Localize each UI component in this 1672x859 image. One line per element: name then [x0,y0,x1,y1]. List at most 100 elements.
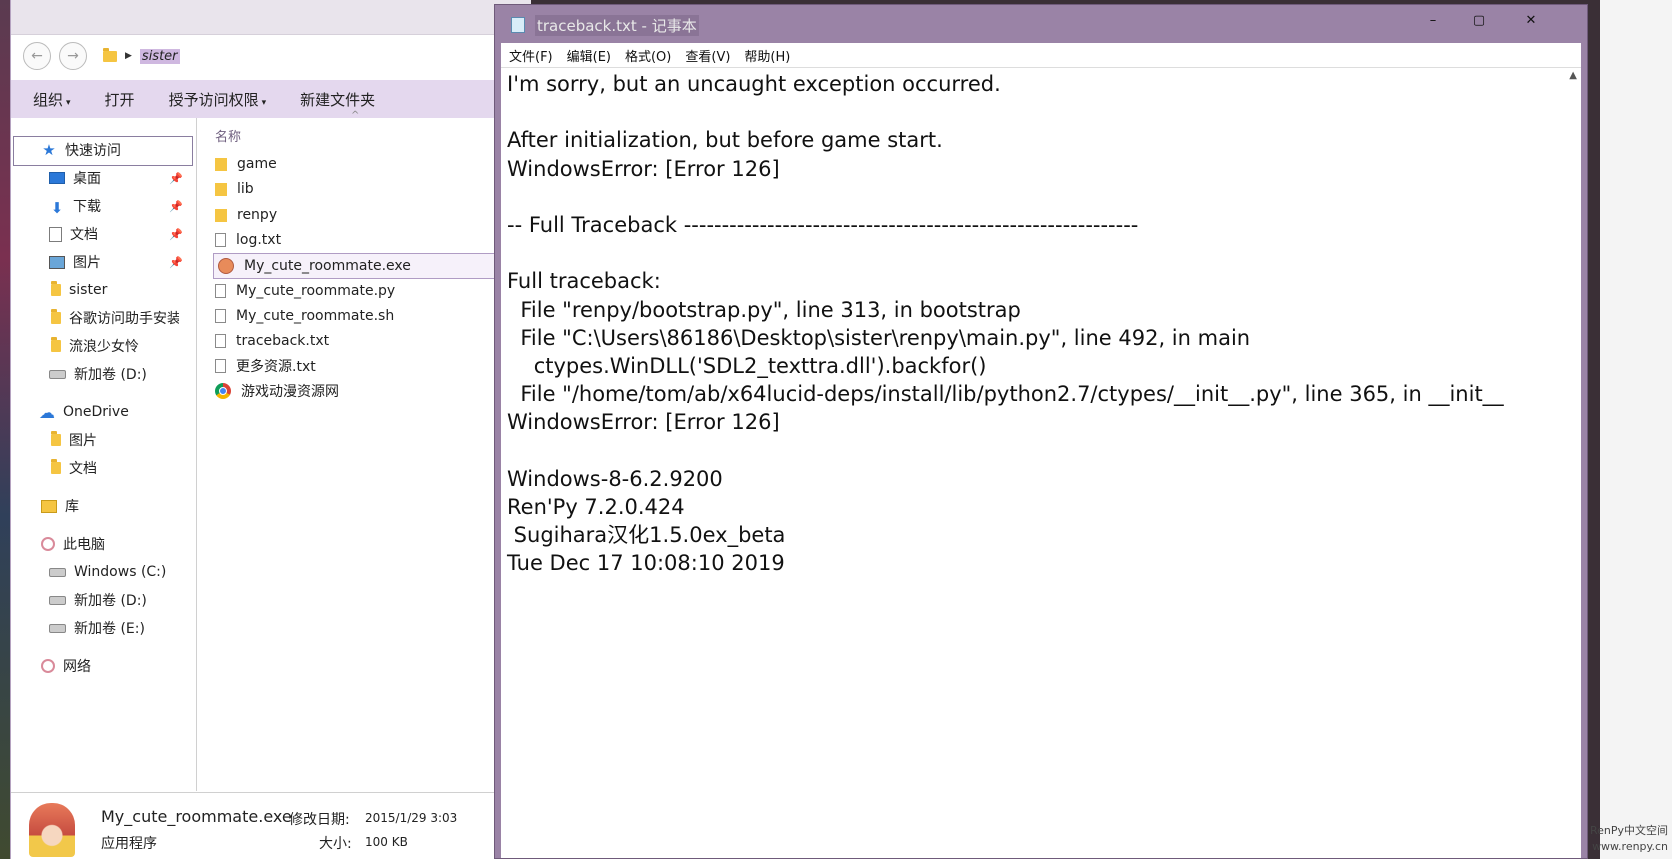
nav-item-onedrive-documents[interactable]: 文档 [51,455,97,481]
cloud-icon: ☁ [39,402,55,422]
windows-drive-icon [49,567,66,577]
nav-item-pictures[interactable]: 图片 📌 [49,249,183,275]
watermark: RenPy中文空间 www.renpy.cn [1590,823,1668,855]
nav-item-documents[interactable]: 文档 📌 [49,221,183,247]
pin-icon[interactable]: 📌 [169,228,183,241]
folder-icon [51,309,61,324]
menu-help[interactable]: 帮助(H) [744,46,790,65]
notepad-titlebar[interactable]: traceback.txt - 记事本 – ▢ ✕ [495,5,1587,41]
menu-edit[interactable]: 编辑(E) [567,46,611,65]
star-icon: ★ [42,141,56,159]
close-icon: ✕ [1525,13,1537,28]
text-line: I'm sorry, but an uncaught exception occ… [507,72,1001,96]
back-button[interactable]: ← [23,42,51,70]
folder-icon [215,157,227,171]
menu-file[interactable]: 文件(F) [509,46,553,65]
file-icon [215,284,226,298]
grant-access-button[interactable]: 授予访问权限 ▾ [169,89,267,110]
text-line: Ren'Py 7.2.0.424 [507,495,685,520]
desktop-background-right [1600,0,1672,859]
chevron-right-icon: ▶ [125,51,132,61]
breadcrumb[interactable]: ▶ sister [103,47,180,64]
file-row[interactable]: My_cute_roommate.sh [215,304,394,328]
details-modified-value: 2015/1/29 3:03 [365,811,458,825]
pin-icon[interactable]: 📌 [169,172,183,185]
window-title: traceback.txt - 记事本 [535,15,699,36]
nav-item-quick-access[interactable]: ★ 快速访问 [41,137,121,163]
drive-icon [49,595,66,605]
chevron-down-icon: ▾ [66,97,71,108]
details-modified-label: 修改日期: [289,812,350,828]
nav-item-onedrive[interactable]: ☁ OneDrive [39,399,129,425]
nav-item-library[interactable]: 库 [41,493,79,519]
watermark-title: RenPy中文空间 [1589,824,1668,837]
text-line: Full traceback: [507,269,661,294]
text-line [507,239,1561,267]
nav-item-drive-c[interactable]: Windows (C:) [49,559,166,585]
file-row[interactable]: My_cute_roommate.py [215,279,395,303]
text-line: Sugihara汉化1.5.0ex_beta [507,523,786,548]
open-button[interactable]: 打开 [105,89,135,110]
details-file-name: My_cute_roommate.exe [101,807,292,826]
nav-item-drive-d-quick[interactable]: 新加卷 (D:) [49,361,147,387]
file-row[interactable]: lib [215,177,254,201]
menu-format[interactable]: 格式(O) [625,46,671,65]
text-line: WindowsError: [Error 126] [507,156,780,181]
forward-arrow-icon: → [67,48,79,64]
menu-view[interactable]: 查看(V) [685,46,730,65]
address-bar: ← → ▶ sister [11,38,531,74]
folder-icon [215,208,227,222]
file-row[interactable]: 游戏动漫资源网 [215,379,339,403]
picture-icon [49,255,65,269]
nav-item-network[interactable]: 网络 [41,653,91,679]
folder-icon [103,47,117,62]
minimize-button[interactable]: – [1423,13,1443,28]
text-line: Tue Dec 17 10:08:10 2019 [507,551,785,576]
organize-button[interactable]: 组织 ▾ [33,89,71,110]
details-file-type: 应用程序 [101,836,157,852]
folder-icon [51,459,61,474]
explorer-titlebar [11,0,531,35]
text-editor-area[interactable]: ▲ I'm sorry, but an uncaught exception o… [501,67,1581,858]
breadcrumb-folder[interactable]: sister [139,48,180,64]
file-row[interactable]: 更多资源.txt [215,354,316,378]
text-line: File "renpy/bootstrap.py", line 313, in … [507,297,1021,322]
file-explorer-window: ← → ▶ sister 组织 ▾ 打开 授予访问权限 ▾ 新建文件夹 ★ 快速访问 … [10,0,735,859]
nav-item-desktop[interactable]: 桌面 📌 [49,165,183,191]
new-folder-button[interactable]: 新建文件夹 [300,89,375,110]
file-row[interactable]: log.txt [215,228,281,252]
folder-icon [51,281,61,296]
navigation-pane: ★ 快速访问 桌面 📌 ⬇ 下载 📌 文档 📌 图片 📌 sister 谷歌访问助手… [11,118,197,791]
scroll-up-icon[interactable]: ▲ [1569,70,1577,81]
nav-item-drive-d[interactable]: 新加卷 (D:) [49,587,147,613]
download-icon: ⬇ [50,199,64,217]
text-line: WindowsError: [Error 126] [507,410,780,435]
file-list: ^ 名称 game lib renpy log.txt My_cute_room… [201,110,735,791]
watermark-url: www.renpy.cn [1592,840,1668,853]
file-row[interactable]: traceback.txt [215,329,329,353]
nav-item-drive-e[interactable]: 新加卷 (E:) [49,615,145,641]
nav-item-onedrive-pictures[interactable]: 图片 [51,427,97,453]
nav-item-downloads[interactable]: ⬇ 下载 📌 [49,193,183,219]
close-button[interactable]: ✕ [1521,13,1541,28]
maximize-icon: ▢ [1472,13,1486,28]
text-line [507,437,1561,465]
file-row[interactable]: game [215,152,277,176]
pin-icon[interactable]: 📌 [169,200,183,213]
library-icon [41,499,57,513]
nav-item-this-pc[interactable]: 此电脑 [41,531,105,557]
network-icon [41,659,55,673]
computer-icon [41,537,55,551]
nav-item-sister[interactable]: sister [51,277,107,303]
nav-item-google-helper[interactable]: 谷歌访问助手安装 [51,305,179,331]
command-bar: 组织 ▾ 打开 授予访问权限 ▾ 新建文件夹 [11,80,531,118]
forward-button[interactable]: → [59,42,87,70]
pin-icon[interactable]: 📌 [169,256,183,269]
maximize-button[interactable]: ▢ [1469,13,1489,28]
column-header-name[interactable]: 名称 [215,126,241,145]
nav-item-wandering-girl[interactable]: 流浪少女怜 [51,333,139,359]
folder-icon [51,431,61,446]
document-icon [49,226,62,242]
text-file-icon [215,233,226,247]
file-row[interactable]: renpy [215,203,277,227]
